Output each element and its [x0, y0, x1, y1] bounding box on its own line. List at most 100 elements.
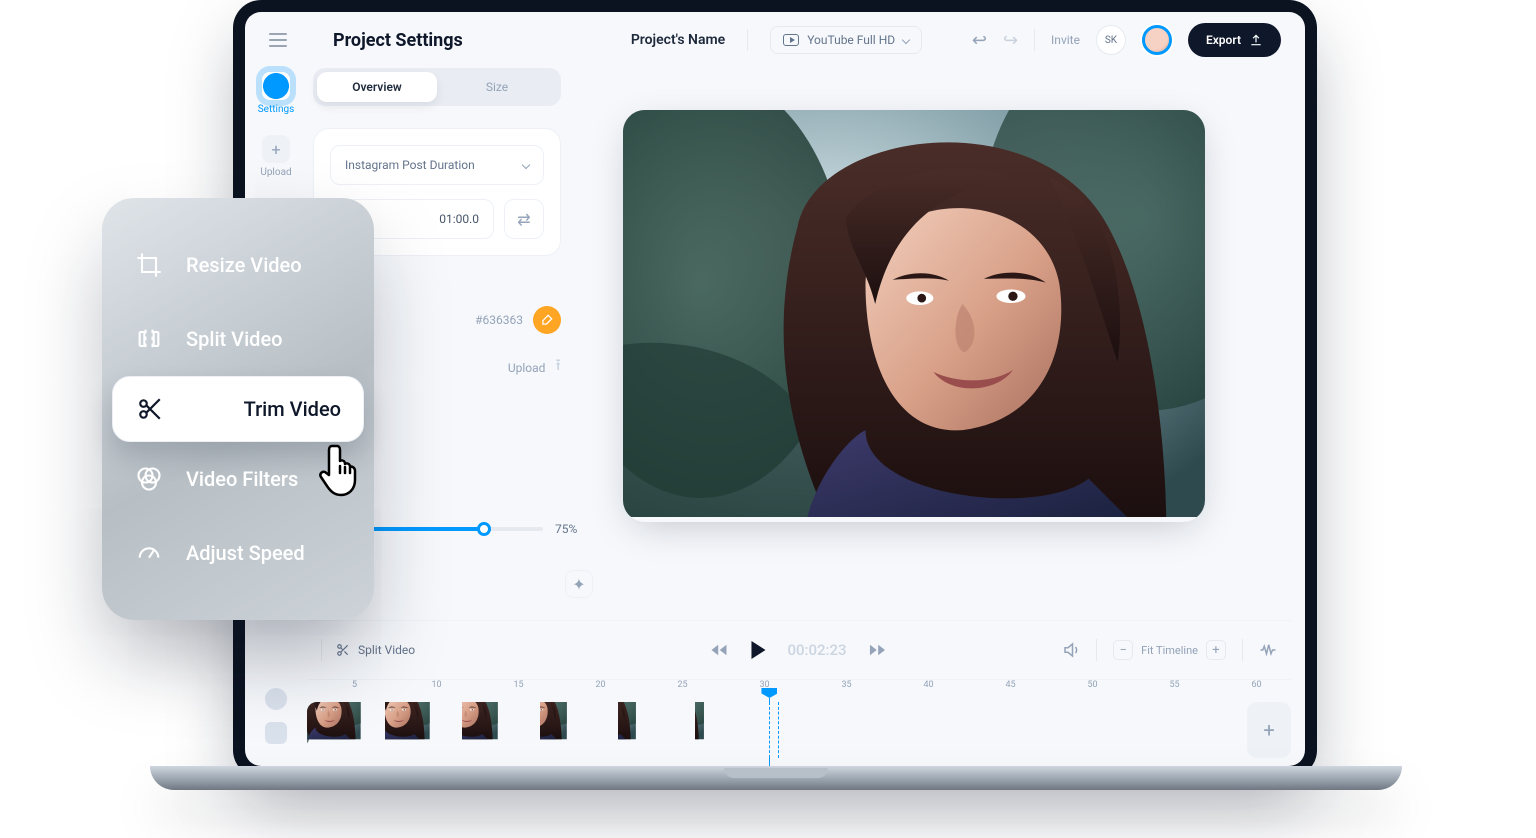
ruler-tick: 15 [513, 680, 523, 690]
ruler-tick: 45 [1005, 680, 1015, 690]
tab-size[interactable]: Size [437, 72, 557, 102]
fit-timeline: − Fit Timeline + [1113, 640, 1226, 660]
duration-preset-select[interactable]: Instagram Post Duration [330, 145, 544, 185]
play-button[interactable] [751, 641, 765, 659]
device-frame: Project Settings Project's Name YouTube … [233, 0, 1317, 778]
timeline-thumb[interactable] [540, 702, 618, 758]
timeline-thumb[interactable] [1161, 702, 1239, 758]
forward-button[interactable] [869, 643, 887, 657]
project-name[interactable]: Project's Name [631, 32, 725, 48]
tab-overview[interactable]: Overview [317, 72, 437, 102]
playbar-right: − Fit Timeline + [1062, 639, 1277, 661]
split-video-label: Split Video [358, 643, 415, 657]
clip-split-gap[interactable] [769, 702, 779, 758]
color-row: #636363 [351, 306, 561, 334]
ruler-tick: 55 [1169, 680, 1179, 690]
swap-button[interactable]: ⇄ [504, 199, 544, 239]
topbar-center: Project's Name YouTube Full HD [631, 26, 922, 54]
tool-split-label: Split Video [186, 327, 283, 351]
timeline-thumb[interactable] [385, 702, 463, 758]
timeline[interactable]: 51015202530354045505560 + [307, 680, 1291, 756]
slider-thumb[interactable] [477, 522, 491, 536]
menu-icon[interactable] [269, 33, 287, 47]
tool-filters-label: Video Filters [186, 467, 298, 491]
tool-trim[interactable]: Trim Video [112, 376, 364, 442]
export-button[interactable]: Export [1188, 23, 1281, 57]
timeline-thumb[interactable] [307, 702, 385, 758]
timeline-thumb[interactable] [1006, 702, 1084, 758]
rail-upload[interactable]: + Upload [260, 135, 291, 178]
ruler-tick: 60 [1251, 680, 1261, 690]
rail-upload-label: Upload [260, 167, 291, 178]
upload-icon [1249, 33, 1263, 47]
ruler-tick: 5 [352, 680, 357, 690]
scissors-icon [336, 643, 350, 657]
rewind-button[interactable] [711, 643, 729, 657]
zoom-in-button[interactable]: + [1206, 640, 1226, 660]
video-preview[interactable] [623, 110, 1205, 522]
waveform-icon[interactable] [1259, 643, 1277, 657]
transport-controls: 00:02:23 [711, 641, 886, 659]
timeline-thumb[interactable] [618, 702, 696, 758]
cloud-upload-icon: ⭱ [555, 354, 561, 381]
divider [747, 29, 748, 51]
timeline-thumb[interactable] [928, 702, 1006, 758]
split-video-button[interactable]: Split Video [336, 643, 415, 657]
export-label: Export [1206, 33, 1241, 47]
invite-button[interactable]: Invite [1051, 33, 1080, 47]
undo-button[interactable]: ↩ [972, 30, 987, 51]
help-icon[interactable] [265, 688, 287, 710]
chevron-down-icon [902, 36, 910, 44]
divider [1242, 639, 1243, 661]
topbar-right: ↩ ↪ Invite SK Export [972, 23, 1281, 57]
timeline-thumb[interactable] [851, 702, 929, 758]
rail-footer [245, 688, 307, 744]
slider-value: 75% [555, 522, 607, 536]
youtube-icon [783, 34, 799, 46]
crop-icon [134, 251, 164, 279]
playhead-time: 00:02:23 [787, 641, 846, 659]
gauge-icon [134, 539, 164, 567]
device-notch [724, 768, 828, 778]
collaborator-badge[interactable]: SK [1096, 25, 1126, 55]
duration-preset-label: Instagram Post Duration [345, 158, 475, 172]
volume-icon[interactable] [1062, 641, 1080, 659]
format-label: YouTube Full HD [807, 33, 895, 47]
redo-button[interactable]: ↪ [1003, 30, 1018, 51]
format-select[interactable]: YouTube Full HD [770, 26, 922, 54]
rail-settings[interactable]: Settings [258, 72, 295, 115]
ruler-tick: 20 [595, 680, 605, 690]
settings-tabs: Overview Size [313, 68, 561, 106]
sparkle-button[interactable]: ✦ [565, 570, 593, 598]
tool-trim-label: Trim Video [244, 397, 341, 421]
user-avatar[interactable] [1142, 25, 1172, 55]
tool-filters[interactable]: Video Filters [102, 442, 374, 516]
settings-icon [262, 72, 290, 100]
tool-split[interactable]: Split Video [102, 302, 374, 376]
eyedropper-button[interactable] [533, 306, 561, 334]
timeline-thumb[interactable] [1084, 702, 1162, 758]
tool-resize-label: Resize Video [186, 253, 302, 277]
keyboard-icon[interactable] [265, 722, 287, 744]
upload-label: Upload [508, 361, 546, 375]
tool-resize[interactable]: Resize Video [102, 228, 374, 302]
rail-settings-label: Settings [258, 104, 295, 115]
page-title: Project Settings [333, 30, 463, 51]
timeline-ruler: 51015202530354045505560 [307, 680, 1291, 700]
duration-value: 01:00.0 [439, 212, 479, 226]
fit-timeline-label: Fit Timeline [1141, 644, 1198, 657]
filters-icon [134, 465, 164, 493]
plus-icon: + [262, 135, 290, 163]
ruler-tick: 35 [841, 680, 851, 690]
divider [1096, 639, 1097, 661]
tool-speed[interactable]: Adjust Speed [102, 516, 374, 590]
timeline-thumb[interactable] [773, 702, 851, 758]
timeline-thumb[interactable] [695, 702, 773, 758]
topbar: Project Settings Project's Name YouTube … [245, 12, 1305, 68]
timeline-thumb[interactable] [462, 702, 540, 758]
upload-row[interactable]: Upload ⭱ [351, 354, 561, 381]
zoom-out-button[interactable]: − [1113, 640, 1133, 660]
ruler-tick: 40 [923, 680, 933, 690]
add-clip-button[interactable]: + [1247, 702, 1291, 758]
tool-speed-label: Adjust Speed [186, 541, 305, 565]
